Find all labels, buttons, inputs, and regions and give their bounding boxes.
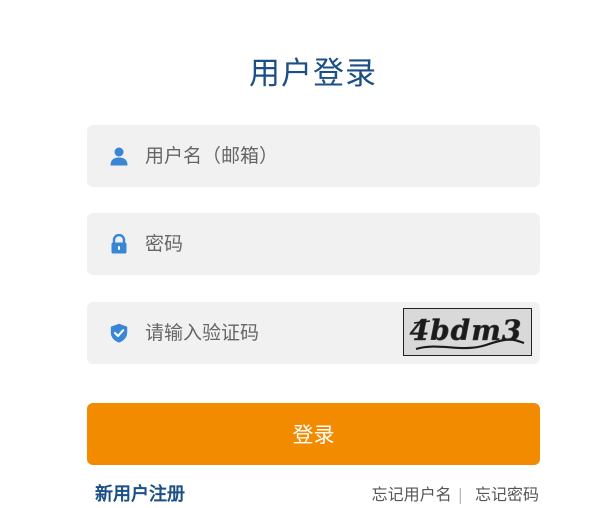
password-input[interactable] [145,213,445,275]
captcha-field-container: 4bdm3 [87,302,540,364]
register-link[interactable]: 新用户注册 [95,480,185,506]
link-separator: | [457,485,463,504]
captcha-image[interactable]: 4bdm3 [403,308,532,356]
login-button[interactable]: 登录 [87,403,540,465]
user-icon [110,147,128,166]
captcha-input[interactable] [145,302,385,364]
username-input[interactable] [145,125,445,187]
captcha-graphic: 4bdm3 [404,309,531,355]
forgot-password-link[interactable]: 忘记密码 [475,485,539,504]
forgot-username-link[interactable]: 忘记用户名 [372,485,452,504]
footer-links: 忘记用户名 | 忘记密码 [372,481,539,505]
username-field-container [87,125,540,187]
password-field-container [87,213,540,275]
page-title: 用户登录 [249,56,377,92]
shield-check-icon [110,323,128,343]
captcha-text: 4bdm3 [410,314,523,347]
lock-icon [111,234,127,254]
